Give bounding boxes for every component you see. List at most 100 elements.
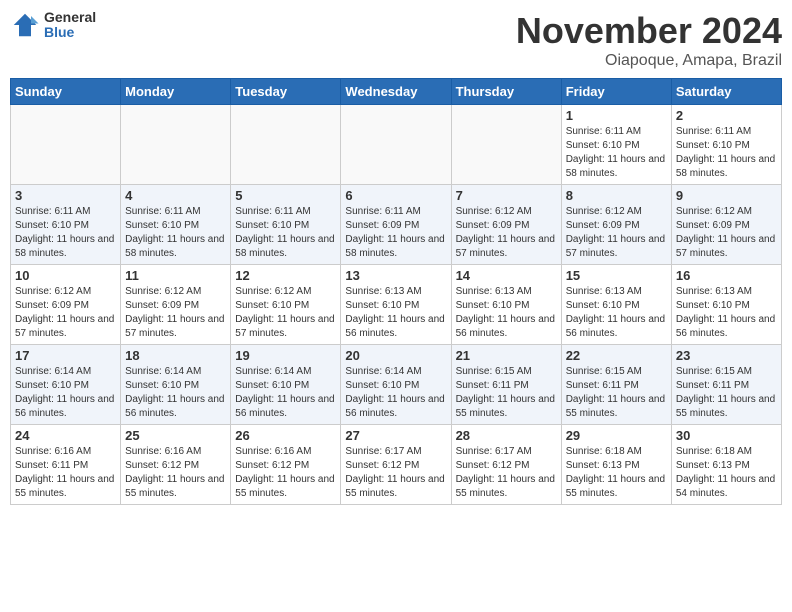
weekday-header-saturday: Saturday [671,79,781,105]
calendar-cell: 28 Sunrise: 6:17 AMSunset: 6:12 PMDayligh… [451,425,561,505]
day-info: Sunrise: 6:13 AMSunset: 6:10 PMDaylight:… [676,285,777,341]
day-info: Sunrise: 6:13 AMSunset: 6:10 PMDaylight:… [566,285,667,341]
day-info: Sunrise: 6:14 AMSunset: 6:10 PMDaylight:… [125,365,226,421]
calendar-cell [341,105,451,185]
day-info: Sunrise: 6:11 AMSunset: 6:10 PMDaylight:… [125,205,226,261]
day-number: 30 [676,428,777,443]
weekday-header-monday: Monday [121,79,231,105]
calendar-cell: 5Sunrise: 6:11 AMSunset: 6:10 PMDaylight… [231,185,341,265]
day-info: Sunrise: 6:13 AMSunset: 6:10 PMDaylight:… [345,285,446,341]
weekday-header-thursday: Thursday [451,79,561,105]
weekday-header-friday: Friday [561,79,671,105]
day-info: Sunrise: 6:18 AMSunset: 6:13 PMDaylight:… [676,445,777,501]
day-number: 3 [15,188,116,203]
calendar-cell: 25Sunrise: 6:16 AMSunset: 6:12 PMDayligh… [121,425,231,505]
calendar-cell: 1 Sunrise: 6:11 AMSunset: 6:10 PMDaylight… [561,105,671,185]
day-info: Sunrise: 6:12 AMSunset: 6:09 PMDaylight:… [15,285,116,341]
day-info: Sunrise: 6:11 AMSunset: 6:10 PMDaylight:… [15,205,116,261]
calendar-week-1: 1 Sunrise: 6:11 AMSunset: 6:10 PMDaylight… [11,105,782,185]
calendar-cell: 10Sunrise: 6:12 AMSunset: 6:09 PMDayligh… [11,265,121,345]
day-info: Sunrise: 6:18 AMSunset: 6:13 PMDaylight:… [566,445,667,501]
day-info: Sunrise: 6:16 AMSunset: 6:11 PMDaylight:… [15,445,116,501]
day-number: 17 [15,348,116,363]
day-number: 11 [125,268,226,283]
calendar-cell [121,105,231,185]
day-info: Sunrise: 6:14 AMSunset: 6:10 PMDaylight:… [345,365,446,421]
calendar-cell: 29 Sunrise: 6:18 AMSunset: 6:13 PMDayligh… [561,425,671,505]
page-header: General Blue November 2024 Oiapoque, Ama… [10,10,782,70]
day-number: 20 [345,348,446,363]
day-number: 21 [456,348,557,363]
day-number: 19 [235,348,336,363]
calendar-table: SundayMondayTuesdayWednesdayThursdayFrid… [10,78,782,505]
calendar-cell: 15 Sunrise: 6:13 AMSunset: 6:10 PMDayligh… [561,265,671,345]
day-info: Sunrise: 6:12 AMSunset: 6:10 PMDaylight:… [235,285,336,341]
logo-general-text: General [44,10,96,25]
calendar-week-2: 3 Sunrise: 6:11 AMSunset: 6:10 PMDaylight… [11,185,782,265]
day-number: 2 [676,108,777,123]
day-info: Sunrise: 6:17 AMSunset: 6:12 PMDaylight:… [456,445,557,501]
day-number: 15 [566,268,667,283]
day-number: 24 [15,428,116,443]
day-info: Sunrise: 6:12 AMSunset: 6:09 PMDaylight:… [456,205,557,261]
location-text: Oiapoque, Amapa, Brazil [516,52,782,70]
calendar-cell [11,105,121,185]
day-number: 6 [345,188,446,203]
day-info: Sunrise: 6:12 AMSunset: 6:09 PMDaylight:… [125,285,226,341]
calendar-cell: 18 Sunrise: 6:14 AMSunset: 6:10 PMDayligh… [121,345,231,425]
day-info: Sunrise: 6:16 AMSunset: 6:12 PMDaylight:… [235,445,336,501]
calendar-cell: 26Sunrise: 6:16 AMSunset: 6:12 PMDayligh… [231,425,341,505]
logo: General Blue [10,10,96,41]
day-info: Sunrise: 6:15 AMSunset: 6:11 PMDaylight:… [456,365,557,421]
calendar-week-5: 24 Sunrise: 6:16 AMSunset: 6:11 PMDayligh… [11,425,782,505]
calendar-cell: 7Sunrise: 6:12 AMSunset: 6:09 PMDaylight… [451,185,561,265]
day-number: 13 [345,268,446,283]
day-number: 23 [676,348,777,363]
day-info: Sunrise: 6:17 AMSunset: 6:12 PMDaylight:… [345,445,446,501]
day-info: Sunrise: 6:11 AMSunset: 6:10 PMDaylight:… [566,125,667,181]
day-number: 22 [566,348,667,363]
calendar-cell: 30 Sunrise: 6:18 AMSunset: 6:13 PMDayligh… [671,425,781,505]
calendar-cell [451,105,561,185]
day-number: 5 [235,188,336,203]
calendar-cell: 2 Sunrise: 6:11 AMSunset: 6:10 PMDaylight… [671,105,781,185]
day-number: 25 [125,428,226,443]
calendar-cell: 16 Sunrise: 6:13 AMSunset: 6:10 PMDayligh… [671,265,781,345]
calendar-cell: 13 Sunrise: 6:13 AMSunset: 6:10 PMDayligh… [341,265,451,345]
calendar-cell [231,105,341,185]
weekday-header-tuesday: Tuesday [231,79,341,105]
day-number: 16 [676,268,777,283]
calendar-cell: 14Sunrise: 6:13 AMSunset: 6:10 PMDayligh… [451,265,561,345]
calendar-cell: 6 Sunrise: 6:11 AMSunset: 6:09 PMDaylight… [341,185,451,265]
day-number: 4 [125,188,226,203]
weekday-header-row: SundayMondayTuesdayWednesdayThursdayFrid… [11,79,782,105]
day-info: Sunrise: 6:12 AMSunset: 6:09 PMDaylight:… [676,205,777,261]
calendar-cell: 24 Sunrise: 6:16 AMSunset: 6:11 PMDayligh… [11,425,121,505]
calendar-cell: 8Sunrise: 6:12 AMSunset: 6:09 PMDaylight… [561,185,671,265]
calendar-cell: 17 Sunrise: 6:14 AMSunset: 6:10 PMDayligh… [11,345,121,425]
calendar-cell: 12 Sunrise: 6:12 AMSunset: 6:10 PMDayligh… [231,265,341,345]
weekday-header-wednesday: Wednesday [341,79,451,105]
day-info: Sunrise: 6:12 AMSunset: 6:09 PMDaylight:… [566,205,667,261]
day-info: Sunrise: 6:14 AMSunset: 6:10 PMDaylight:… [15,365,116,421]
day-info: Sunrise: 6:11 AMSunset: 6:09 PMDaylight:… [345,205,446,261]
calendar-cell: 21 Sunrise: 6:15 AMSunset: 6:11 PMDayligh… [451,345,561,425]
day-info: Sunrise: 6:15 AMSunset: 6:11 PMDaylight:… [566,365,667,421]
weekday-header-sunday: Sunday [11,79,121,105]
day-number: 1 [566,108,667,123]
calendar-cell: 23Sunrise: 6:15 AMSunset: 6:11 PMDayligh… [671,345,781,425]
calendar-cell: 22 Sunrise: 6:15 AMSunset: 6:11 PMDayligh… [561,345,671,425]
day-number: 29 [566,428,667,443]
calendar-cell: 19Sunrise: 6:14 AMSunset: 6:10 PMDayligh… [231,345,341,425]
day-number: 9 [676,188,777,203]
day-number: 28 [456,428,557,443]
calendar-cell: 20 Sunrise: 6:14 AMSunset: 6:10 PMDayligh… [341,345,451,425]
day-number: 18 [125,348,226,363]
day-info: Sunrise: 6:11 AMSunset: 6:10 PMDaylight:… [676,125,777,181]
day-number: 14 [456,268,557,283]
day-number: 12 [235,268,336,283]
calendar-cell: 4 Sunrise: 6:11 AMSunset: 6:10 PMDaylight… [121,185,231,265]
title-block: November 2024 Oiapoque, Amapa, Brazil [516,10,782,70]
calendar-cell: 11 Sunrise: 6:12 AMSunset: 6:09 PMDayligh… [121,265,231,345]
calendar-cell: 3 Sunrise: 6:11 AMSunset: 6:10 PMDaylight… [11,185,121,265]
